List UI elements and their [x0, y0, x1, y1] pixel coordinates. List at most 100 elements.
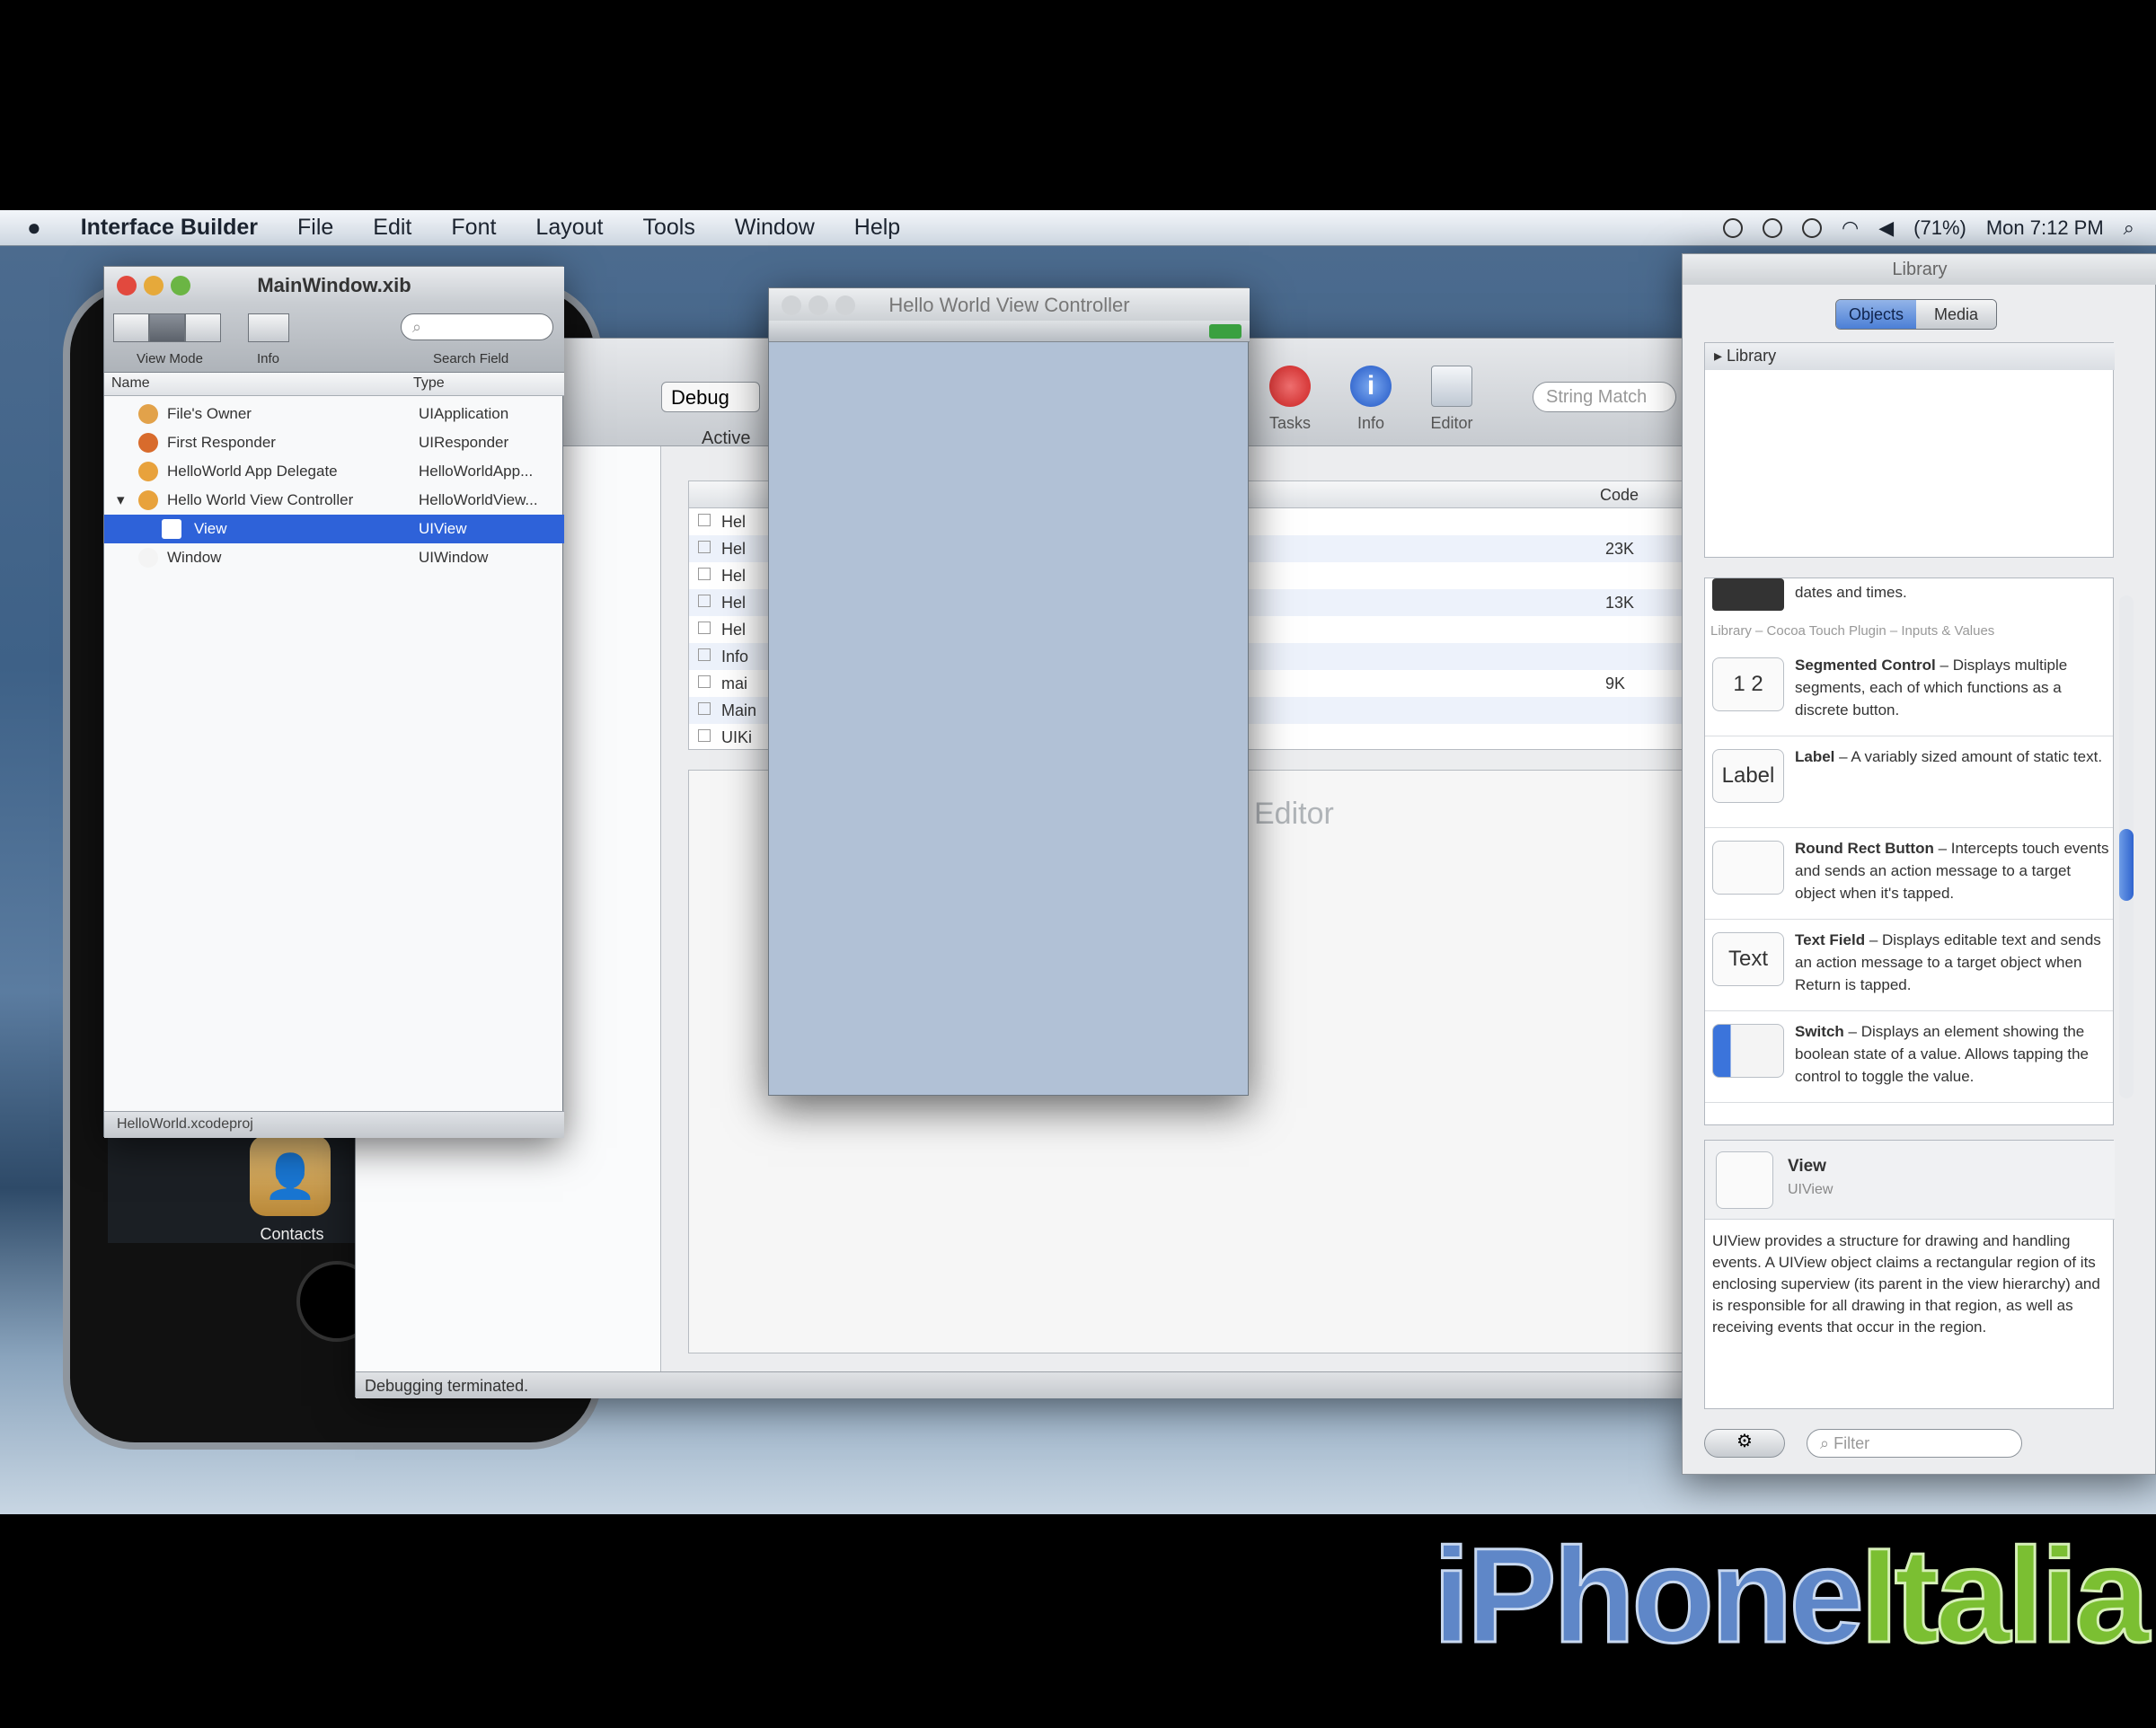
library-scroll-thumb[interactable]	[2119, 829, 2134, 901]
contacts-app-icon[interactable]: 👤	[250, 1135, 331, 1216]
spotlight-icon[interactable]: ⌕	[2124, 216, 2134, 240]
library-tree: ▸ Library	[1704, 342, 2115, 558]
library-item-thumb[interactable]	[1712, 841, 1784, 895]
menu-help[interactable]: Help	[854, 215, 900, 241]
list-view-mode[interactable]	[149, 313, 185, 342]
object-icon	[138, 462, 158, 481]
object-icon	[138, 490, 158, 510]
menu-font[interactable]: Font	[451, 215, 496, 241]
menu-file[interactable]: File	[297, 215, 333, 241]
detail-description: UIView provides a structure for drawing …	[1712, 1232, 2100, 1336]
xib-object-row[interactable]: Window UIWindow	[104, 543, 564, 572]
xib-object-row[interactable]: ▾ Hello World View Controller HelloWorldVi…	[104, 486, 564, 515]
search-input[interactable]: ⌕	[401, 313, 553, 340]
menu-layout[interactable]: Layout	[535, 215, 603, 241]
tab-objects[interactable]: Objects	[1836, 300, 1916, 329]
library-item-desc: Label – A variably sized amount of stati…	[1795, 745, 2109, 768]
minimize-icon[interactable]	[808, 295, 828, 315]
no-editor-label: Editor	[1254, 797, 1334, 831]
checkbox-icon[interactable]	[698, 622, 711, 634]
editor-button[interactable]: Editor	[1416, 366, 1488, 433]
info-icon[interactable]	[248, 313, 289, 342]
library-item[interactable]: 1 2 Segmented Control – Displays multiple…	[1705, 647, 2113, 736]
date-picker-thumb[interactable]	[1712, 578, 1784, 611]
library-item[interactable]: Label Label – A variably sized amount of …	[1705, 738, 2113, 828]
wifi-icon[interactable]: ◠	[1842, 216, 1859, 240]
library-item-title: Text Field	[1795, 931, 1866, 948]
sync-icon[interactable]	[1723, 218, 1744, 238]
library-tree-root[interactable]: ▸ Library	[1705, 343, 2115, 370]
xib-object-row[interactable]: View UIView	[104, 515, 564, 543]
library-item-desc: Segmented Control – Displays multiple se…	[1795, 654, 2109, 721]
zoom-icon[interactable]	[171, 276, 190, 295]
tab-media[interactable]: Media	[1916, 300, 1996, 329]
apple-icon[interactable]: ●	[27, 214, 41, 242]
menu-clock[interactable]: Mon 7:12 PM	[1986, 216, 2104, 240]
zoom-icon[interactable]	[835, 295, 855, 315]
configuration-popup[interactable]: Debug	[661, 382, 760, 412]
code-column-header[interactable]: Code	[1600, 486, 1639, 505]
xib-object-row[interactable]: First Responder UIResponder	[104, 428, 564, 457]
object-type: UIView	[419, 520, 467, 537]
detail-type: UIView	[1788, 1182, 1833, 1197]
type-column-header[interactable]: Type	[413, 375, 445, 392]
icon-view-mode[interactable]	[113, 313, 149, 342]
library-item[interactable]: Text Text Field – Displays editable text …	[1705, 921, 2113, 1011]
object-icon	[138, 548, 158, 568]
library-item-thumb[interactable]: 1 2	[1712, 657, 1784, 711]
string-match-search[interactable]: String Match	[1533, 382, 1676, 412]
info-button[interactable]: i Info	[1335, 366, 1407, 433]
checkbox-icon[interactable]	[698, 595, 711, 607]
checkbox-icon[interactable]	[698, 702, 711, 715]
library-item-thumb[interactable]: Label	[1712, 749, 1784, 803]
tasks-button[interactable]: Tasks	[1254, 366, 1326, 433]
library-item-thumb[interactable]: Text	[1712, 932, 1784, 986]
xib-outline-header: Name Type	[104, 373, 564, 396]
menu-tools[interactable]: Tools	[642, 215, 694, 241]
checkbox-icon[interactable]	[698, 568, 711, 580]
filter-input[interactable]: ⌕ Filter	[1807, 1429, 2022, 1458]
name-column-header[interactable]: Name	[111, 375, 150, 392]
desktop: ● Interface Builder File Edit Font Layou…	[0, 210, 2156, 1514]
file-code-size: 13K	[1605, 594, 1635, 612]
iphoneitalia-logo: iPhoneItalia	[1431, 1518, 2151, 1673]
battery-status[interactable]: (71%)	[1913, 216, 1966, 240]
menu-app-name[interactable]: Interface Builder	[81, 215, 258, 241]
menu-bar: ● Interface Builder File Edit Font Layou…	[0, 210, 2156, 246]
close-icon[interactable]	[117, 276, 137, 295]
minimize-icon[interactable]	[144, 276, 163, 295]
library-item-desc: Round Rect Button – Intercepts touch eve…	[1795, 837, 2109, 904]
info-label: Info	[1356, 414, 1385, 432]
disclosure-triangle-icon[interactable]: ▾	[117, 491, 125, 509]
file-name: Hel	[721, 540, 747, 558]
menu-edit[interactable]: Edit	[373, 215, 411, 241]
checkbox-icon[interactable]	[698, 729, 711, 742]
volume-icon[interactable]: ◀	[1878, 216, 1894, 240]
library-item-title: Switch	[1795, 1023, 1844, 1040]
close-icon[interactable]	[782, 295, 801, 315]
bluetooth-icon[interactable]	[1763, 218, 1783, 238]
xib-object-row[interactable]: HelloWorld App Delegate HelloWorldApp...	[104, 457, 564, 486]
library-item[interactable]: Switch – Displays an element showing the…	[1705, 1013, 2113, 1103]
checkbox-icon[interactable]	[698, 675, 711, 688]
view-canvas[interactable]	[769, 342, 1250, 1097]
file-name: Hel	[721, 513, 747, 531]
library-item[interactable]: Round Rect Button – Intercepts touch eve…	[1705, 830, 2113, 920]
search-field-label: Search Field	[433, 351, 509, 366]
object-type: HelloWorldApp...	[419, 463, 534, 480]
xib-object-row[interactable]: File's Owner UIApplication	[104, 400, 564, 428]
checkbox-icon[interactable]	[698, 541, 711, 553]
column-view-mode[interactable]	[185, 313, 221, 342]
library-item-thumb[interactable]	[1712, 1024, 1784, 1078]
active-label: Active	[702, 428, 751, 448]
object-name: Window	[167, 549, 222, 566]
checkbox-icon[interactable]	[698, 648, 711, 661]
object-icon	[162, 519, 181, 539]
menu-window[interactable]: Window	[735, 215, 815, 241]
library-item-title: Round Rect Button	[1795, 840, 1934, 857]
checkbox-icon[interactable]	[698, 514, 711, 526]
date-picker-desc: dates and times.	[1795, 584, 1907, 601]
gear-icon[interactable]: ⚙	[1704, 1429, 1785, 1458]
time-machine-icon[interactable]	[1802, 218, 1823, 238]
editor-icon	[1431, 366, 1472, 407]
